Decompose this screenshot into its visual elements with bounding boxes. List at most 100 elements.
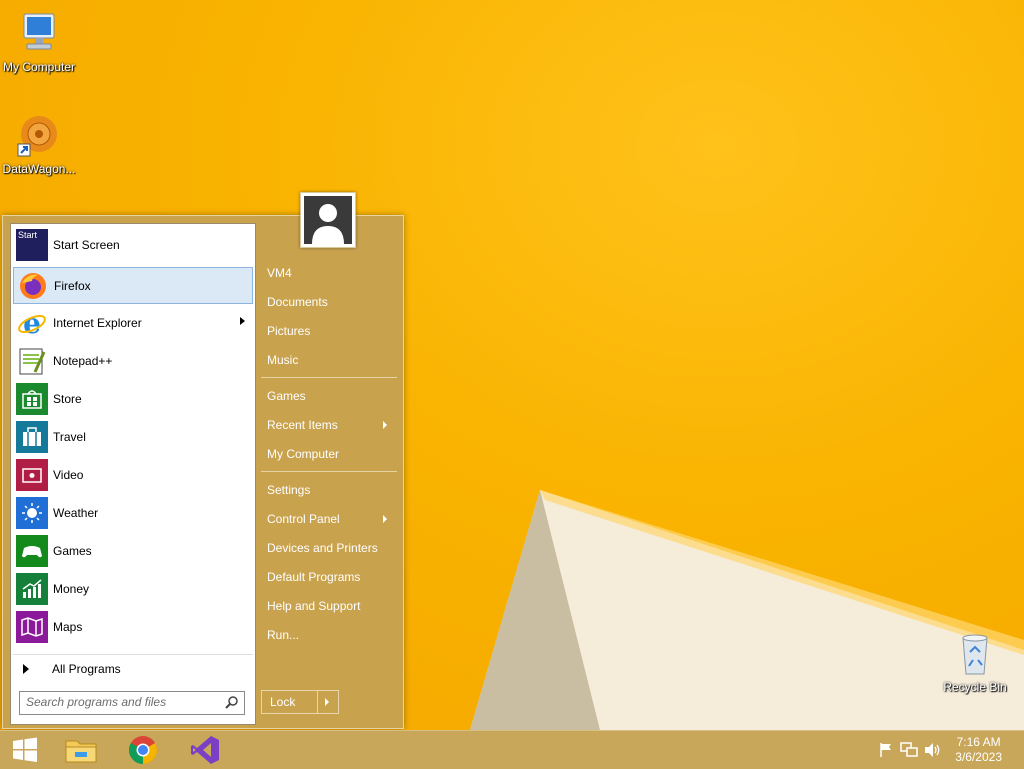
- clock-time: 7:16 AM: [956, 735, 1001, 749]
- visual-studio-button[interactable]: [180, 731, 230, 769]
- program-travel[interactable]: Travel: [13, 419, 253, 455]
- place-help-and-support[interactable]: Help and Support: [259, 594, 397, 618]
- start-menu-programs-pane: Start Start Screen Firefox e Internet Ex…: [10, 223, 256, 725]
- desktop-icon-label: DataWagon...: [2, 162, 76, 176]
- all-programs-button[interactable]: All Programs: [13, 654, 253, 683]
- all-programs-label: All Programs: [52, 662, 121, 676]
- datawagon-icon: [15, 112, 63, 160]
- start-menu: Start Start Screen Firefox e Internet Ex…: [2, 215, 404, 729]
- program-maps[interactable]: Maps: [13, 609, 253, 645]
- games-icon: [16, 535, 48, 567]
- start-button[interactable]: [0, 731, 50, 769]
- computer-icon: [15, 10, 63, 58]
- program-label: Firefox: [54, 278, 91, 293]
- maps-icon: [16, 611, 48, 643]
- notepad-plus-plus-icon: [16, 345, 48, 377]
- start-menu-places-pane: VM4 Documents Pictures Music Games Recen…: [259, 216, 403, 728]
- place-label: Help and Support: [267, 599, 361, 613]
- place-documents[interactable]: Documents: [259, 290, 397, 314]
- user-avatar-icon: [304, 196, 352, 244]
- program-video[interactable]: Video: [13, 457, 253, 493]
- place-label: Run...: [267, 628, 300, 642]
- recycle-bin-icon: [951, 630, 999, 678]
- place-settings[interactable]: Settings: [259, 478, 397, 502]
- program-games[interactable]: Games: [13, 533, 253, 569]
- system-tray: 7:16 AM 3/6/2023: [864, 731, 1024, 769]
- program-money[interactable]: Money: [13, 571, 253, 607]
- place-label: Games: [267, 389, 306, 403]
- start-screen-tile-text: Start: [18, 230, 38, 240]
- place-run[interactable]: Run...: [259, 623, 397, 647]
- user-avatar[interactable]: [300, 192, 356, 248]
- place-user-folder[interactable]: VM4: [259, 261, 397, 285]
- program-internet-explorer[interactable]: e Internet Explorer: [13, 305, 253, 341]
- program-label: Video: [53, 468, 84, 482]
- clock-date: 3/6/2023: [955, 750, 1002, 764]
- place-pictures[interactable]: Pictures: [259, 319, 397, 343]
- program-label: Weather: [53, 506, 99, 520]
- place-label: Documents: [267, 295, 328, 309]
- program-firefox[interactable]: Firefox: [13, 267, 253, 304]
- file-explorer-button[interactable]: [56, 731, 106, 769]
- search-box: [19, 691, 245, 715]
- place-recent-items[interactable]: Recent Items: [259, 413, 397, 437]
- action-center-flag-icon[interactable]: [878, 742, 894, 758]
- windows-logo-icon: [13, 737, 37, 762]
- shutdown-options-button[interactable]: [318, 691, 338, 713]
- lock-label: Lock: [270, 695, 296, 709]
- program-label: Games: [53, 544, 92, 558]
- submenu-arrow-icon: [240, 317, 245, 325]
- chevron-right-icon: [325, 698, 329, 706]
- place-label: Settings: [267, 483, 311, 497]
- program-notepad-plus-plus[interactable]: Notepad++: [13, 343, 253, 379]
- program-label: Money: [53, 582, 90, 596]
- weather-icon: [16, 497, 48, 529]
- video-icon: [16, 459, 48, 491]
- place-games[interactable]: Games: [259, 384, 397, 408]
- search-input[interactable]: [20, 692, 221, 712]
- network-icon[interactable]: [900, 742, 918, 758]
- lock-button-group: Lock: [261, 690, 339, 714]
- program-label: Store: [53, 392, 82, 406]
- desktop-icon-my-computer[interactable]: My Computer: [0, 10, 79, 74]
- file-explorer-icon: [65, 740, 97, 763]
- visual-studio-icon: [191, 736, 219, 764]
- place-music[interactable]: Music: [259, 348, 397, 372]
- desktop-icon-datawagon[interactable]: DataWagon...: [0, 112, 79, 176]
- menu-separator: [261, 377, 397, 378]
- place-label: VM4: [267, 266, 292, 280]
- chrome-button[interactable]: [118, 731, 168, 769]
- volume-icon[interactable]: [924, 742, 942, 758]
- search-icon[interactable]: [224, 695, 240, 711]
- start-screen-icon: Start: [16, 229, 48, 261]
- program-label: Maps: [53, 620, 83, 634]
- travel-icon: [16, 421, 48, 453]
- place-label: Default Programs: [267, 570, 361, 584]
- place-label: Devices and Printers: [267, 541, 378, 555]
- desktop-icon-recycle-bin[interactable]: Recycle Bin: [935, 630, 1015, 694]
- firefox-icon: [17, 270, 49, 302]
- place-default-programs[interactable]: Default Programs: [259, 565, 397, 589]
- taskbar: 7:16 AM 3/6/2023: [0, 730, 1024, 769]
- program-store[interactable]: Store: [13, 381, 253, 417]
- store-icon: [16, 383, 48, 415]
- program-weather[interactable]: Weather: [13, 495, 253, 531]
- lock-button[interactable]: Lock: [262, 691, 318, 713]
- place-label: Pictures: [267, 324, 311, 338]
- place-my-computer[interactable]: My Computer: [259, 442, 397, 466]
- program-label: Notepad++: [53, 354, 113, 368]
- money-icon: [16, 573, 48, 605]
- internet-explorer-icon: e: [16, 307, 48, 339]
- program-label: Start Screen: [53, 238, 120, 252]
- desktop-icon-label: My Computer: [2, 60, 76, 74]
- place-devices-and-printers[interactable]: Devices and Printers: [259, 536, 397, 560]
- taskbar-clock[interactable]: 7:16 AM 3/6/2023: [955, 735, 1002, 765]
- place-control-panel[interactable]: Control Panel: [259, 507, 397, 531]
- svg-text:e: e: [23, 308, 41, 338]
- program-label: Internet Explorer: [53, 316, 142, 330]
- program-start-screen[interactable]: Start Start Screen: [13, 227, 253, 263]
- place-label: My Computer: [267, 447, 340, 461]
- place-label: Recent Items: [267, 418, 338, 432]
- place-label: Control Panel: [267, 512, 340, 526]
- program-label: Travel: [53, 430, 86, 444]
